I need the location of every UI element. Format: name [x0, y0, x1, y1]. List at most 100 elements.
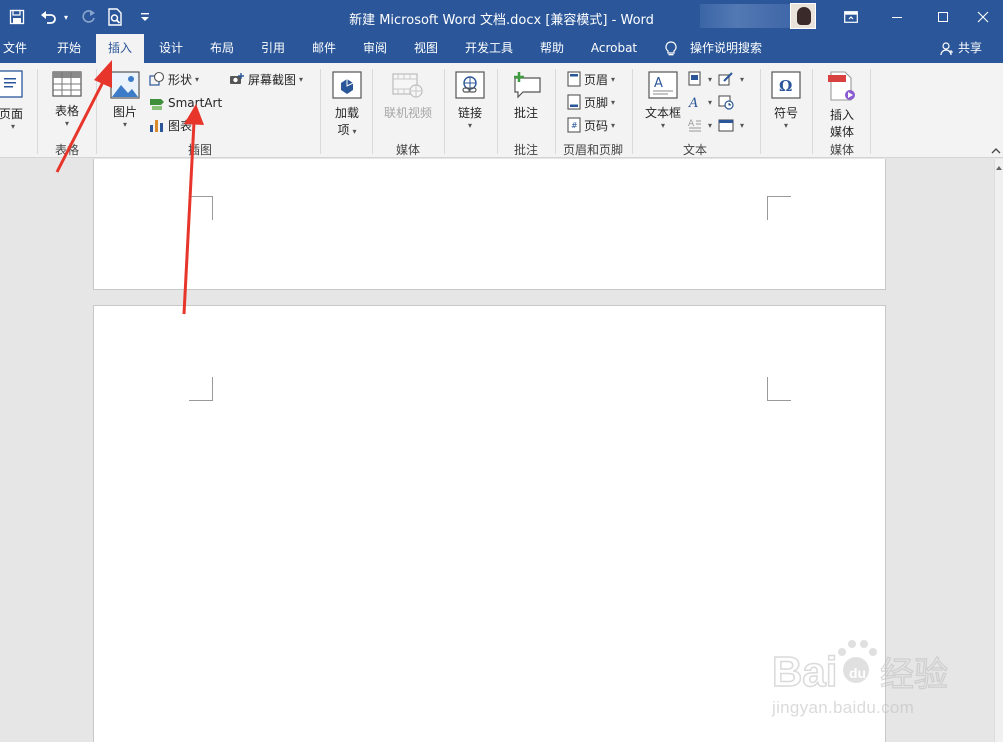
comment-label: 批注	[513, 106, 538, 120]
chevron-down-icon: ▾	[660, 121, 665, 130]
page-icon	[0, 70, 23, 98]
addins-button[interactable]: 加载 项 ▾	[328, 71, 366, 138]
maximize-icon[interactable]	[920, 0, 966, 34]
drop-cap-icon: A	[688, 119, 701, 132]
person-icon	[940, 41, 953, 55]
tab-review[interactable]: 审阅	[356, 34, 394, 63]
tab-home[interactable]: 开始	[50, 34, 88, 63]
group-separator	[632, 69, 633, 154]
tell-me-search[interactable]: 操作说明搜索	[660, 34, 780, 63]
tell-me-label: 操作说明搜索	[690, 41, 763, 55]
addins-label-line2-text: 项	[337, 123, 350, 137]
group-label-media-2: 媒体	[829, 143, 854, 157]
scroll-up-icon[interactable]	[995, 165, 1003, 171]
group-label-illustrations: 插图	[187, 143, 212, 157]
tab-help[interactable]: 帮助	[533, 34, 571, 63]
table-button[interactable]: 表格 ▾	[46, 71, 88, 129]
quick-parts-button[interactable]: ▾	[688, 69, 712, 89]
minimize-icon[interactable]	[874, 0, 920, 34]
page-number-label: 页码	[584, 118, 609, 133]
insert-media-label-line2: 媒体	[829, 125, 854, 139]
svg-text:A: A	[654, 76, 663, 91]
header-icon	[567, 71, 581, 87]
tab-file[interactable]: 文件	[0, 34, 30, 63]
chevron-down-icon: ▾	[611, 74, 616, 84]
collapse-ribbon-icon[interactable]	[990, 145, 1002, 159]
tab-developer[interactable]: 开发工具	[458, 34, 520, 63]
date-time-button[interactable]	[718, 92, 737, 112]
footer-button[interactable]: 页脚 ▾	[567, 92, 615, 112]
chevron-down-icon: ▾	[122, 120, 127, 129]
film-globe-icon	[392, 73, 423, 98]
svg-text:经验: 经验	[880, 655, 948, 695]
tab-insert[interactable]: 插入	[96, 34, 144, 63]
textbox-button[interactable]: A 文本框 ▾	[641, 71, 685, 131]
margin-corner-mark	[767, 377, 791, 401]
svg-text:Ω: Ω	[779, 77, 792, 95]
tab-design[interactable]: 设计	[152, 34, 190, 63]
smartart-icon	[150, 99, 164, 110]
group-separator	[497, 69, 498, 154]
margin-corner-mark	[767, 196, 791, 220]
group-separator	[37, 69, 38, 154]
tab-view[interactable]: 视图	[407, 34, 445, 63]
symbol-label: 符号	[773, 106, 798, 120]
group-separator	[320, 69, 321, 154]
footer-icon	[567, 94, 581, 110]
insert-media-button[interactable]: 插入 媒体	[820, 71, 864, 140]
comment-button[interactable]: 批注	[505, 71, 547, 121]
link-icon	[455, 71, 485, 99]
addins-label-line2: 项 ▾	[328, 121, 366, 138]
textbox-label: 文本框	[644, 106, 681, 120]
page-2[interactable]	[93, 305, 886, 742]
group-separator	[555, 69, 556, 154]
pages-button[interactable]: 页面 ▾	[0, 69, 26, 132]
shapes-icon	[149, 71, 165, 86]
tab-references[interactable]: 引用	[254, 34, 292, 63]
signature-line-button[interactable]: ▾	[718, 69, 744, 89]
group-label-header-footer: 页眉和页脚	[562, 143, 623, 157]
wordart-button[interactable]: A ▾	[688, 92, 712, 112]
chevron-down-icon: ▾	[708, 120, 713, 130]
margin-corner-mark	[189, 377, 213, 401]
title-separator: -	[607, 13, 621, 28]
textbox-icon: A	[648, 71, 678, 99]
group-separator	[870, 69, 871, 154]
chart-button[interactable]: 图表	[149, 115, 192, 135]
chevron-down-icon: ▾	[352, 127, 357, 136]
pictures-button[interactable]: 图片 ▾	[104, 71, 146, 130]
group-separator	[444, 69, 445, 154]
screenshot-button[interactable]: 屏幕截图 ▾	[229, 69, 303, 89]
share-button[interactable]: 共享	[940, 34, 996, 63]
shapes-label: 形状	[168, 72, 193, 87]
close-icon[interactable]	[962, 0, 1003, 34]
smartart-button[interactable]: SmartArt	[149, 93, 222, 113]
picture-icon	[110, 71, 140, 99]
watermark-url: jingyan.baidu.com	[772, 698, 915, 717]
online-video-button[interactable]: 联机视频	[378, 71, 438, 121]
group-separator	[372, 69, 373, 154]
symbol-button[interactable]: Ω 符号 ▾	[767, 71, 805, 131]
links-label: 链接	[457, 106, 482, 120]
ribbon-display-options-icon[interactable]	[828, 0, 874, 34]
svg-text:A: A	[688, 96, 698, 110]
header-button[interactable]: 页眉 ▾	[567, 69, 615, 89]
chevron-down-icon: ▾	[708, 97, 713, 107]
tab-acrobat[interactable]: Acrobat	[584, 34, 644, 63]
svg-text:#: #	[571, 121, 578, 130]
shapes-button[interactable]: 形状 ▾	[149, 69, 199, 89]
tab-layout[interactable]: 布局	[203, 34, 241, 63]
object-button[interactable]: ▾	[718, 115, 744, 135]
group-separator	[96, 69, 97, 154]
page-number-button[interactable]: # 页码 ▾	[567, 115, 615, 135]
chevron-down-icon: ▾	[740, 120, 745, 130]
tab-mailings[interactable]: 邮件	[305, 34, 343, 63]
drop-cap-button[interactable]: A ▾	[688, 115, 712, 135]
ribbon-tab-bar: 文件 开始 插入 设计 布局 引用 邮件 审阅 视图 开发工具 帮助 Acrob…	[0, 34, 1003, 63]
store-icon	[332, 71, 362, 99]
page-number-icon: #	[567, 117, 581, 133]
avatar[interactable]	[790, 3, 816, 29]
links-button[interactable]: 链接 ▾	[451, 71, 489, 131]
page-1[interactable]	[93, 159, 886, 290]
vertical-scrollbar[interactable]	[994, 159, 1003, 742]
